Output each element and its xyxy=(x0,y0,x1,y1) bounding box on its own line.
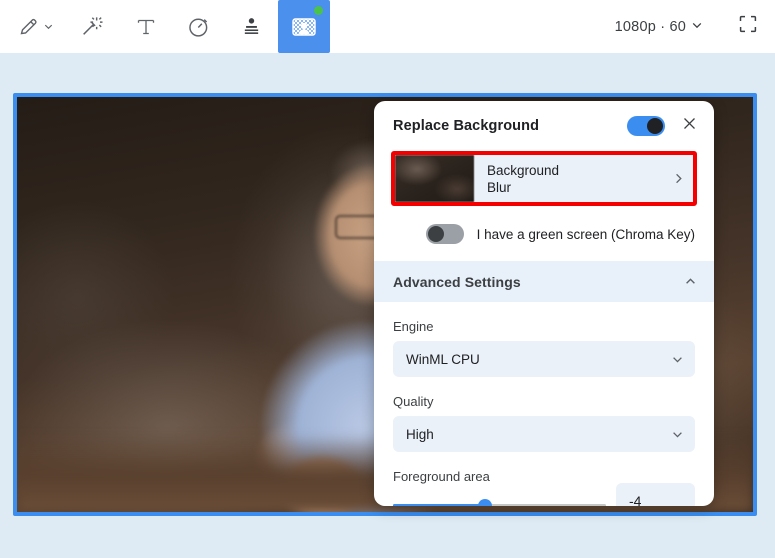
replace-background-tool-button[interactable] xyxy=(278,0,330,53)
foreground-area-slider-wrap xyxy=(393,497,606,506)
panel-header: Replace Background xyxy=(374,101,714,151)
active-tool-status-dot xyxy=(314,6,323,15)
background-person-icon xyxy=(289,12,319,42)
replace-background-toggle[interactable] xyxy=(627,116,665,136)
chevron-down-icon xyxy=(691,19,703,35)
quality-value: High xyxy=(406,426,434,442)
text-tool-button[interactable] xyxy=(119,0,172,53)
chevron-up-icon xyxy=(684,275,697,288)
advanced-settings-body: Engine WinML CPU Quality High Foreground… xyxy=(374,302,714,506)
close-panel-button[interactable] xyxy=(678,115,700,137)
resolution-selector[interactable]: 1080p · 60 xyxy=(607,13,711,41)
text-icon xyxy=(134,15,158,39)
magic-wand-tool-button[interactable] xyxy=(66,0,119,53)
toolbar-right-group: 1080p · 60 xyxy=(607,0,775,53)
foreground-area-label: Foreground area xyxy=(393,469,490,484)
toggle-knob xyxy=(647,118,663,134)
app-root: 1080p · 60 Replace Background Background… xyxy=(0,0,775,558)
background-choice-thumbnail xyxy=(395,155,474,202)
top-toolbar: 1080p · 60 xyxy=(0,0,775,53)
panel-title: Replace Background xyxy=(393,118,540,134)
toggle-knob xyxy=(427,226,444,242)
background-choice-line1: Background xyxy=(487,162,560,178)
engine-label: Engine xyxy=(393,319,434,334)
chevron-down-icon xyxy=(671,353,684,366)
engine-select[interactable]: WinML CPU xyxy=(393,341,695,377)
toolbar-tool-group xyxy=(0,0,330,53)
chroma-key-toggle[interactable] xyxy=(425,224,464,244)
quality-label: Quality xyxy=(393,394,434,409)
background-choice-line2: Blur xyxy=(487,179,512,195)
magic-wand-icon xyxy=(80,14,105,39)
replace-background-panel: Replace Background Background Blur I hav… xyxy=(374,101,714,506)
pen-tool-button[interactable] xyxy=(4,0,66,53)
fullscreen-button[interactable] xyxy=(733,12,763,42)
foreground-area-row: -4 xyxy=(393,483,695,506)
advanced-settings-header[interactable]: Advanced Settings xyxy=(374,261,714,302)
chroma-key-row[interactable]: I have a green screen (Chroma Key) xyxy=(374,206,714,261)
chroma-key-label: I have a green screen (Chroma Key) xyxy=(476,226,695,242)
presenter-tool-button[interactable] xyxy=(225,0,278,53)
foreground-area-slider[interactable] xyxy=(393,499,606,506)
chevron-down-icon xyxy=(671,428,684,441)
chevron-right-icon xyxy=(663,155,693,202)
quality-select[interactable]: High xyxy=(393,416,695,452)
slider-thumb[interactable] xyxy=(477,499,492,506)
foreground-area-value: -4 xyxy=(629,493,642,506)
background-choice-text: Background Blur xyxy=(474,155,663,202)
presenter-icon xyxy=(239,14,264,39)
resolution-label: 1080p · 60 xyxy=(614,18,686,35)
chevron-down-icon xyxy=(43,21,54,32)
background-choice-row[interactable]: Background Blur xyxy=(395,155,693,202)
engine-value: WinML CPU xyxy=(406,351,480,367)
fullscreen-icon xyxy=(737,13,759,40)
advanced-settings-title: Advanced Settings xyxy=(393,273,521,290)
close-icon xyxy=(682,116,697,136)
foreground-area-value-field[interactable]: -4 xyxy=(616,483,695,506)
slider-fill xyxy=(393,504,485,506)
timer-tool-button[interactable] xyxy=(172,0,225,53)
pen-icon xyxy=(17,15,41,39)
background-choice-highlight: Background Blur xyxy=(391,151,697,206)
stopwatch-icon xyxy=(186,14,211,39)
